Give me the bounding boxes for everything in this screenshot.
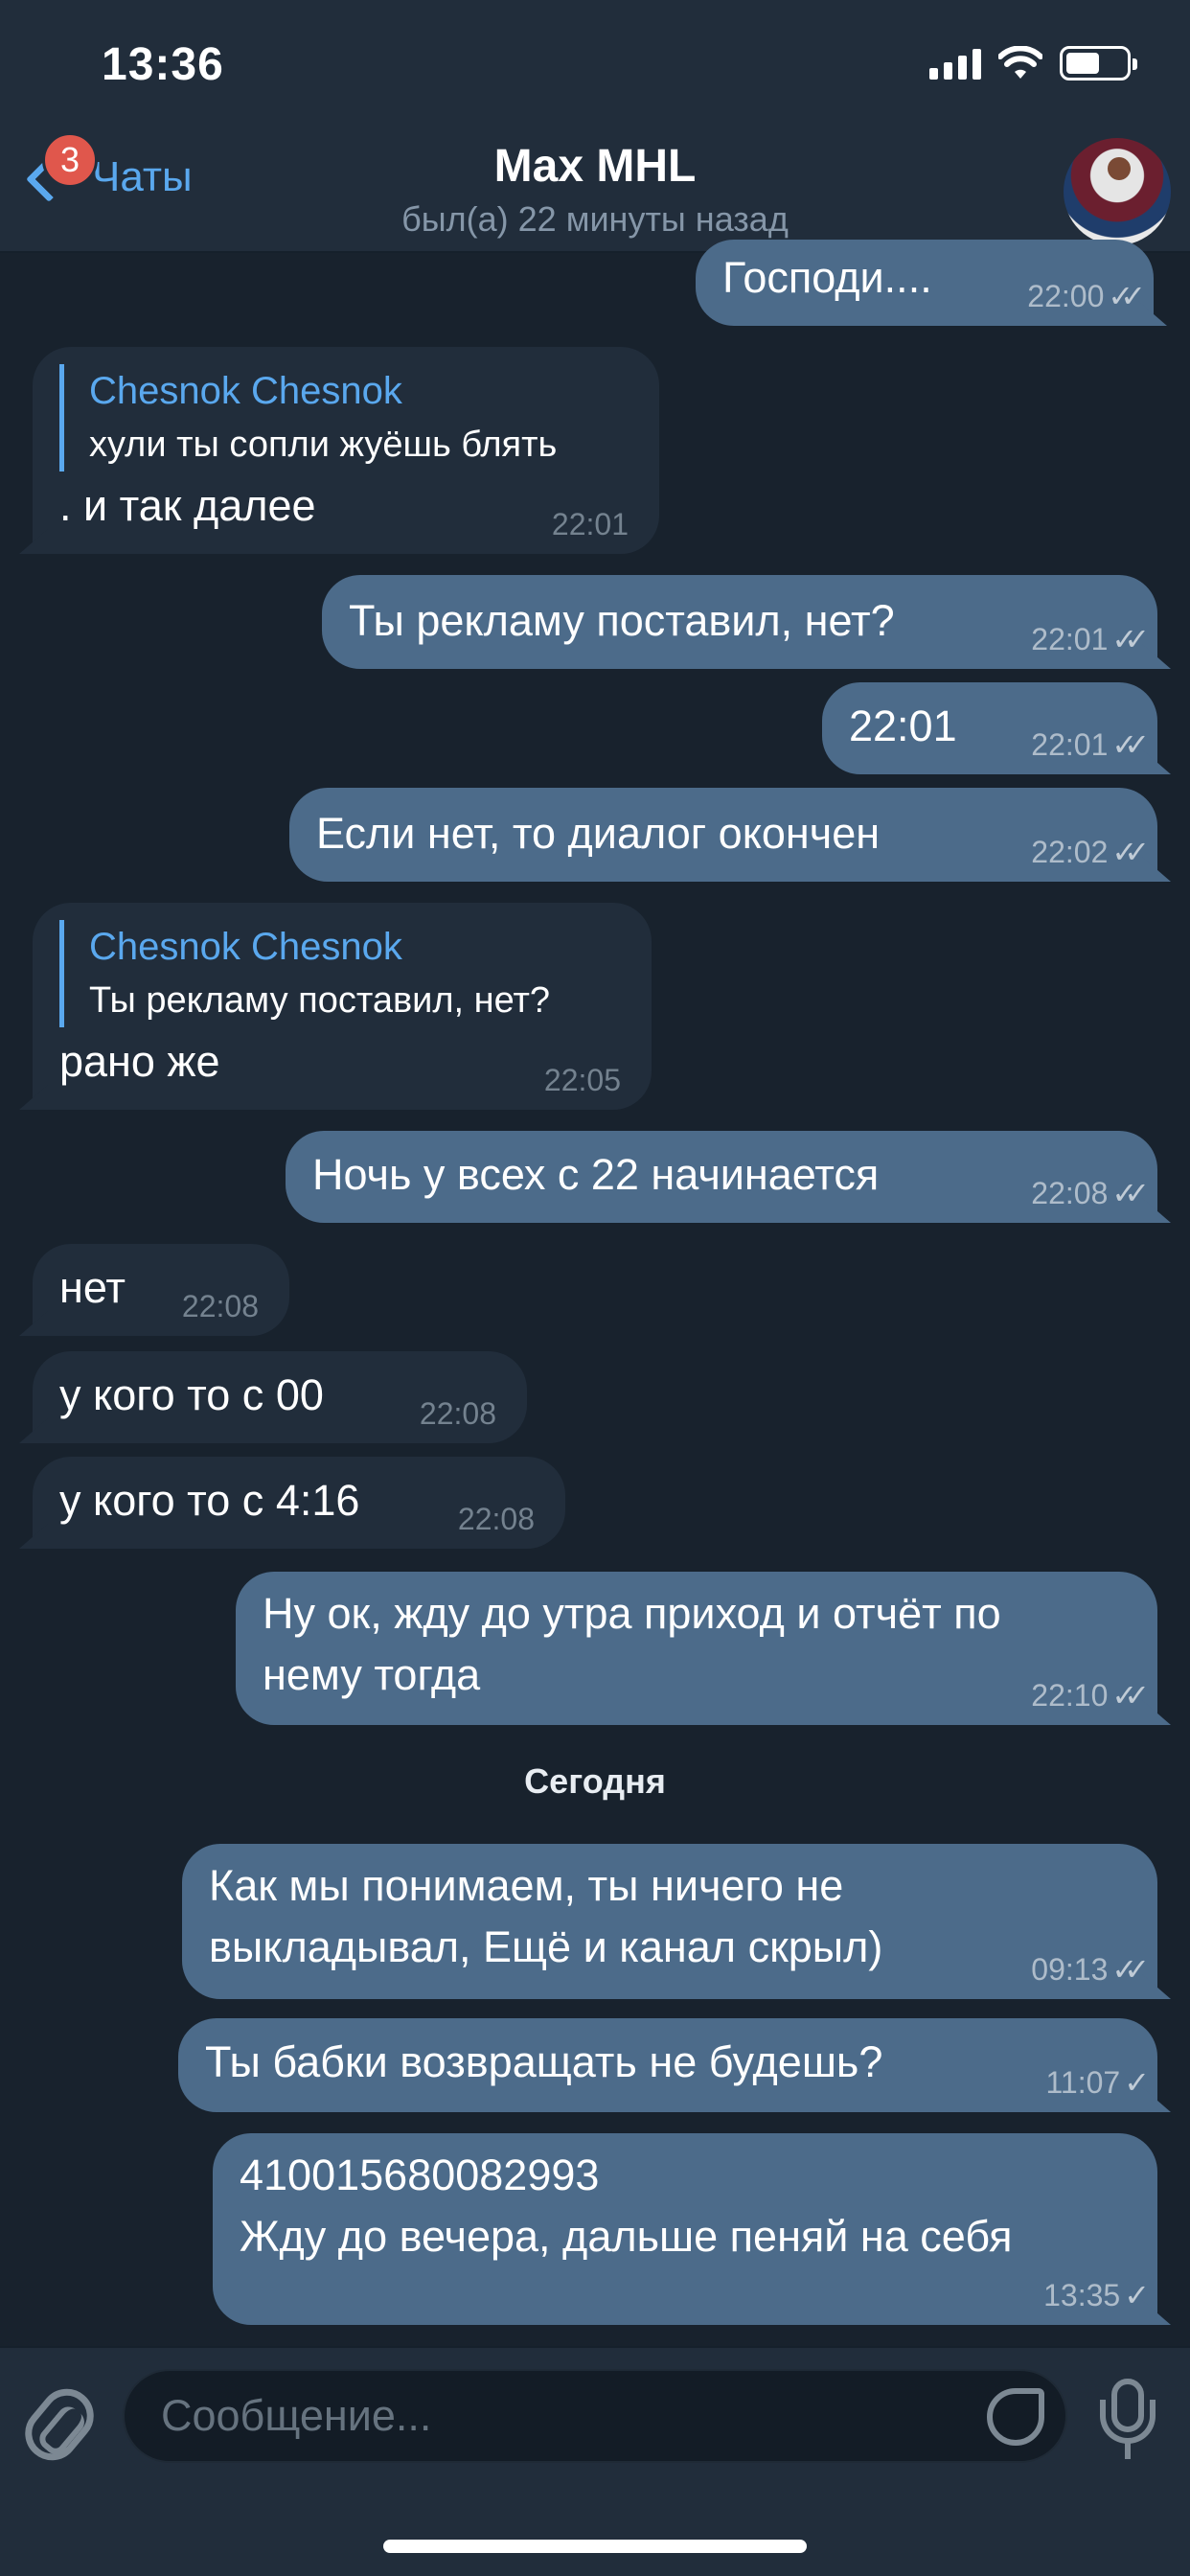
attachment-icon[interactable]: [13, 2378, 105, 2472]
message-time: 13:35: [1043, 2277, 1121, 2312]
message-bubble[interactable]: Ну ок, жду до утра приход и отчёт по нем…: [236, 1572, 1157, 1725]
reply-author: Chesnok Chesnok: [89, 370, 402, 412]
wifi-icon: [998, 46, 1042, 79]
chat-header: 13:36 3 Чаты Max MHL был(а) 22 минуты на…: [0, 0, 1190, 253]
chat-title[interactable]: Max MHL: [0, 140, 1190, 193]
message-text: . и так далее: [59, 481, 316, 530]
reply-quote[interactable]: Chesnok Chesnok Ты рекламу поставил, нет…: [59, 920, 625, 1027]
message-time: 22:08: [1031, 1175, 1109, 1210]
message-time: 22:10: [1031, 1677, 1109, 1713]
last-seen-status: был(а) 22 минуты назад: [401, 199, 789, 239]
reply-text: хули ты сопли жуёшь блять: [89, 425, 558, 465]
message-bubble[interactable]: 410015680082993 Жду до вечера, дальше пе…: [213, 2133, 1157, 2325]
message-text: Ты бабки возвращать не будешь?: [205, 2037, 883, 2086]
check-icon: ✓: [1124, 2278, 1150, 2312]
message-time: 22:08: [419, 1396, 496, 1431]
message-time: 22:02: [1031, 834, 1109, 869]
double-check-icon: ✓✓: [1111, 727, 1149, 762]
message-bubble[interactable]: у кого то с 00 22:08: [33, 1351, 527, 1443]
message-bubble[interactable]: Chesnok Chesnok хули ты сопли жуёшь блят…: [33, 347, 659, 554]
avatar[interactable]: [1064, 138, 1171, 245]
double-check-icon: ✓✓: [1111, 835, 1149, 869]
message-input[interactable]: [123, 2369, 1067, 2463]
message-bubble[interactable]: 22:01 22:01 ✓✓: [822, 682, 1157, 774]
double-check-icon: ✓✓: [1111, 1176, 1149, 1210]
home-indicator: [383, 2540, 807, 2553]
status-icons: [929, 44, 1137, 82]
message-text: Ну ок, жду до утра приход и отчёт по нем…: [263, 1589, 1001, 1699]
message-bubble[interactable]: у кого то с 4:16 22:08: [33, 1457, 565, 1549]
double-check-icon: ✓✓: [1111, 1678, 1149, 1713]
check-icon: ✓: [1124, 2065, 1150, 2100]
message-time: 22:05: [543, 1063, 621, 1097]
message-text: Как мы понимаем, ты ничего не выкладывал…: [209, 1861, 883, 1971]
message-time: 22:01: [1031, 726, 1109, 762]
message-time: 09:13: [1031, 1951, 1109, 1987]
message-time: 22:01: [1031, 621, 1109, 656]
message-bubble[interactable]: Ты рекламу поставил, нет? 22:01 ✓✓: [322, 575, 1157, 669]
message-time: 22:00: [1027, 278, 1105, 313]
message-bubble[interactable]: Если нет, то диалог окончен 22:02 ✓✓: [289, 788, 1157, 882]
message-bubble[interactable]: Ты бабки возвращать не будешь? 11:07 ✓: [178, 2018, 1157, 2112]
message-time: 22:08: [181, 1289, 259, 1323]
message-bubble[interactable]: Chesnok Chesnok Ты рекламу поставил, нет…: [33, 903, 652, 1110]
cellular-signal-icon: [929, 47, 981, 80]
battery-icon: [1060, 46, 1137, 80]
reply-text: Ты рекламу поставил, нет?: [89, 980, 551, 1021]
message-bubble[interactable]: нет 22:08: [33, 1244, 289, 1336]
double-check-icon: ✓✓: [1108, 279, 1145, 313]
message-text: рано же: [59, 1037, 220, 1086]
message-time: 11:07: [1045, 2064, 1121, 2100]
message-bubble[interactable]: Как мы понимаем, ты ничего не выкладывал…: [182, 1844, 1157, 1999]
reply-quote[interactable]: Chesnok Chesnok хули ты сопли жуёшь блят…: [59, 364, 632, 472]
message-time: 22:01: [551, 507, 629, 541]
microphone-icon[interactable]: [1100, 2379, 1157, 2459]
message-bubble[interactable]: Ночь у всех с 22 начинается 22:08 ✓✓: [286, 1131, 1157, 1223]
status-time: 13:36: [102, 39, 224, 90]
double-check-icon: ✓✓: [1111, 1952, 1149, 1987]
date-separator: Сегодня: [524, 1761, 666, 1801]
double-check-icon: ✓✓: [1111, 622, 1149, 656]
message-text: 410015680082993 Жду до вечера, дальше пе…: [240, 2150, 1013, 2261]
reply-author: Chesnok Chesnok: [89, 926, 402, 968]
message-time: 22:08: [457, 1502, 535, 1536]
sticker-icon[interactable]: [987, 2388, 1044, 2446]
message-text: Ты рекламу поставил, нет?: [349, 596, 895, 645]
message-text: Ночь у всех с 22 начинается: [312, 1150, 880, 1199]
message-bubble[interactable]: Господи.... 22:00 ✓✓: [696, 240, 1154, 326]
message-text: Если нет, то диалог окончен: [316, 809, 881, 858]
